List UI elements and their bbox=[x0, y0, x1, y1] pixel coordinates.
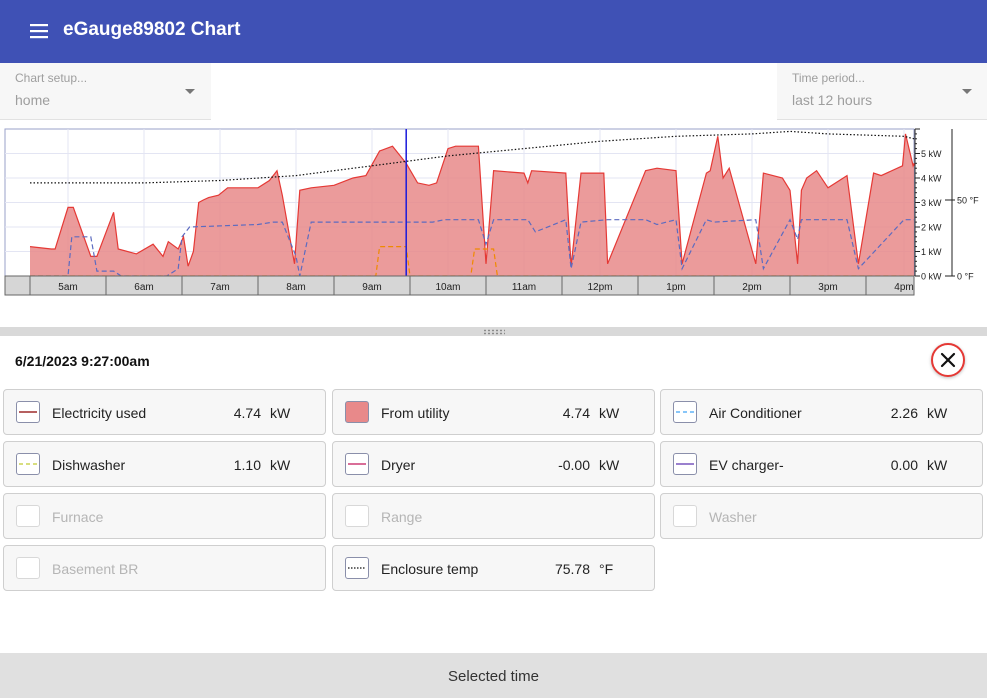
y-tick-label: 3 kW bbox=[921, 198, 942, 208]
x-tick-label: 4pm bbox=[894, 282, 913, 293]
channel-name: From utility bbox=[381, 405, 450, 421]
channel-name: Enclosure temp bbox=[381, 561, 479, 577]
x-tick-label: 5am bbox=[58, 282, 77, 293]
chevron-down-icon bbox=[185, 89, 195, 94]
channel-swatch bbox=[16, 453, 40, 475]
chevron-down-icon bbox=[962, 89, 972, 94]
chart-setup-value: home bbox=[15, 92, 51, 108]
channel-card[interactable]: Furnace bbox=[3, 493, 326, 539]
x-tick-label: 9am bbox=[362, 282, 381, 293]
x-tick-label: 8am bbox=[286, 282, 305, 293]
x-tick-label: 6am bbox=[134, 282, 153, 293]
channel-card[interactable]: Enclosure temp 75.78 °F bbox=[332, 545, 655, 591]
x-tick-label: 3pm bbox=[818, 282, 837, 293]
x-tick-label: 11am bbox=[512, 282, 536, 293]
time-period-label: Time period... bbox=[792, 71, 865, 85]
time-period-value: last 12 hours bbox=[792, 92, 873, 108]
channel-swatch bbox=[16, 557, 40, 579]
channel-name: Dishwasher bbox=[52, 457, 126, 473]
channel-card[interactable]: Washer bbox=[660, 493, 983, 539]
y-tick-label: 1 kW bbox=[921, 247, 942, 257]
temp-tick-label: 0 °F bbox=[957, 272, 974, 282]
channel-name: Washer bbox=[709, 509, 757, 525]
x-tick-label: 10am bbox=[435, 282, 460, 293]
chart-setup-label: Chart setup... bbox=[15, 71, 88, 85]
channel-card[interactable]: EV charger- 0.00 kW bbox=[660, 441, 983, 487]
channel-swatch bbox=[345, 557, 369, 579]
channel-unit: kW bbox=[599, 405, 620, 421]
chart-svg[interactable]: 5am 6am 7am 8am 9am 10am 11am 12pm 1pm 2pm 3pm 4pm 0… bbox=[0, 125, 987, 300]
channel-unit: kW bbox=[927, 457, 948, 473]
channel-unit: kW bbox=[270, 457, 291, 473]
channel-card[interactable]: Electricity used 4.74 kW bbox=[3, 389, 326, 435]
x-tick-label: 2pm bbox=[742, 282, 761, 293]
channel-card[interactable]: Range bbox=[332, 493, 655, 539]
channel-card[interactable]: Air Conditioner 2.26 kW bbox=[660, 389, 983, 435]
channel-value: 0.00 bbox=[890, 457, 918, 473]
y-tick-label: 0 kW bbox=[921, 272, 942, 282]
x-tick-label: 7am bbox=[210, 282, 229, 293]
channel-swatch bbox=[345, 401, 369, 423]
channel-value: -0.00 bbox=[558, 457, 590, 473]
channel-name: Furnace bbox=[52, 509, 104, 525]
pane-splitter[interactable] bbox=[0, 327, 987, 336]
channel-unit: kW bbox=[270, 405, 291, 421]
channel-name: Air Conditioner bbox=[709, 405, 802, 421]
channel-swatch bbox=[673, 453, 697, 475]
app-title: eGauge89802 Chart bbox=[63, 19, 241, 40]
channel-name: Basement BR bbox=[52, 561, 139, 577]
channel-unit: °F bbox=[599, 561, 614, 577]
channel-card[interactable]: Basement BR bbox=[3, 545, 326, 591]
channel-unit: kW bbox=[599, 457, 620, 473]
channel-value: 4.74 bbox=[562, 405, 590, 421]
channel-swatch bbox=[345, 505, 369, 527]
temp-tick-label: 50 °F bbox=[957, 196, 979, 206]
selected-timestamp: 6/21/2023 9:27:00am bbox=[15, 353, 150, 369]
time-period-select[interactable]: Time period... last 12 hours bbox=[777, 63, 987, 120]
channel-value: 2.26 bbox=[890, 405, 918, 421]
channel-unit: kW bbox=[927, 405, 948, 421]
channel-swatch bbox=[345, 453, 369, 475]
channel-swatch bbox=[673, 505, 697, 527]
channel-value: 75.78 bbox=[554, 561, 590, 577]
y-tick-label: 4 kW bbox=[921, 174, 942, 184]
close-button[interactable] bbox=[931, 343, 965, 377]
channel-name: Electricity used bbox=[52, 405, 147, 421]
selected-time-button-label: Selected time bbox=[448, 668, 539, 685]
selected-time-button[interactable]: Selected time bbox=[0, 653, 987, 698]
chart-setup-select[interactable]: Chart setup... home bbox=[0, 63, 211, 120]
channel-card[interactable]: From utility 4.74 kW bbox=[332, 389, 655, 435]
x-tick-label: 12pm bbox=[587, 282, 612, 293]
menu-icon[interactable] bbox=[29, 21, 49, 41]
y-tick-label: 5 kW bbox=[921, 149, 942, 159]
y-tick-label: 2 kW bbox=[921, 223, 942, 233]
channel-name: Dryer bbox=[381, 457, 416, 473]
channel-swatch bbox=[16, 505, 40, 527]
channel-card[interactable]: Dryer -0.00 kW bbox=[332, 441, 655, 487]
channel-swatch bbox=[673, 401, 697, 423]
x-tick-label: 1pm bbox=[666, 282, 685, 293]
channel-card[interactable]: Dishwasher 1.10 kW bbox=[3, 441, 326, 487]
close-icon bbox=[940, 352, 956, 368]
channel-name: EV charger- bbox=[709, 457, 784, 473]
power-chart[interactable]: 5am 6am 7am 8am 9am 10am 11am 12pm 1pm 2pm 3pm 4pm 0… bbox=[0, 125, 987, 300]
channel-swatch bbox=[16, 401, 40, 423]
channel-value: 1.10 bbox=[233, 457, 261, 473]
channel-value: 4.74 bbox=[233, 405, 261, 421]
channel-name: Range bbox=[381, 509, 423, 525]
app-bar: eGauge89802 Chart bbox=[0, 0, 987, 63]
drag-handle-icon[interactable] bbox=[483, 329, 505, 335]
